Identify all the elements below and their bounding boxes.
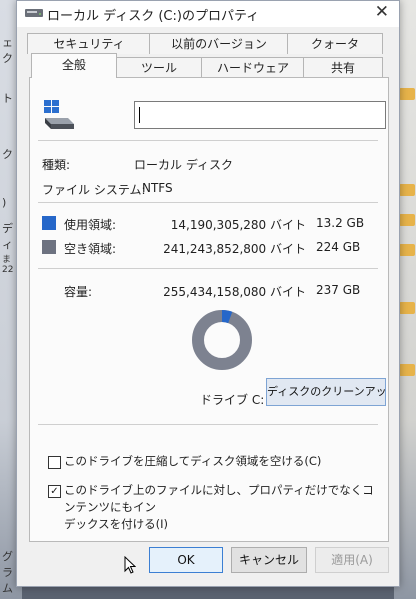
separator	[38, 268, 378, 269]
tab-previous-versions[interactable]: 以前のバージョン	[149, 33, 289, 54]
tab-tools[interactable]: ツール	[115, 57, 203, 78]
folder-icon	[399, 302, 415, 314]
compress-checkbox[interactable]	[48, 456, 61, 469]
title-bar: ローカル ディスク (C:)のプロパティ ✕	[17, 1, 399, 27]
text-caret	[139, 107, 140, 123]
folder-icon	[399, 88, 415, 100]
capacity-gb: 237 GB	[316, 283, 361, 297]
bg-text: ク	[2, 148, 13, 161]
disk-usage-donut	[192, 310, 252, 370]
free-space-swatch	[42, 240, 56, 254]
donut-free-segment	[192, 310, 252, 370]
used-space-bytes: 14,190,305,280 バイト	[170, 218, 306, 232]
type-value: ローカル ディスク	[134, 158, 233, 172]
bg-text: )	[2, 196, 7, 209]
free-space-label: 空き領域:	[64, 242, 117, 256]
folder-icon	[399, 214, 415, 226]
disk-cleanup-button[interactable]: ディスクのクリーンアップ(D)	[266, 378, 386, 406]
folder-icon	[399, 244, 415, 256]
tab-hardware[interactable]: ハードウェア	[201, 57, 305, 78]
properties-dialog: ローカル ディスク (C:)のプロパティ ✕ セキュリティ 以前のバージョン ク…	[16, 0, 400, 587]
filesystem-label: ファイル システム:	[42, 183, 146, 197]
compress-label: このドライブを圧縮してディスク領域を空ける(C)	[64, 454, 322, 468]
cancel-button[interactable]: キャンセル	[231, 547, 307, 573]
free-space-gb: 224 GB	[316, 240, 361, 254]
used-space-gb: 13.2 GB	[316, 216, 365, 230]
disk-drive-icon	[44, 100, 74, 129]
used-space-label: 使用領域:	[64, 218, 117, 232]
separator	[38, 140, 378, 141]
index-checkbox[interactable]: ✓	[48, 485, 61, 498]
free-space-bytes: 241,243,852,800 バイト	[163, 242, 306, 256]
drive-label: ドライブ C:	[200, 393, 265, 407]
folder-icon	[399, 184, 415, 196]
tab-general[interactable]: 全般	[31, 53, 117, 78]
index-label-line1: このドライブ上のファイルに対し、プロパティだけでなくコンテンツにもイン	[64, 483, 374, 514]
bg-text: ト	[2, 92, 13, 105]
separator	[38, 202, 378, 203]
general-panel: 種類: ローカル ディスク ファイル システム: NTFS 使用領域: 14,1…	[29, 77, 389, 542]
capacity-label: 容量:	[64, 285, 93, 299]
tab-security[interactable]: セキュリティ	[27, 33, 151, 54]
index-label-line2: デックスを付ける(I)	[64, 517, 169, 531]
drive-icon	[25, 9, 43, 17]
filesystem-value: NTFS	[142, 181, 173, 195]
drive-name-input[interactable]	[134, 101, 386, 129]
mouse-cursor-icon	[124, 556, 136, 574]
used-space-swatch	[42, 216, 56, 230]
tab-quota[interactable]: クォータ	[287, 33, 383, 54]
tab-sharing[interactable]: 共有	[303, 57, 383, 78]
type-label: 種類:	[42, 158, 71, 172]
ok-button[interactable]: OK	[149, 547, 223, 573]
capacity-bytes: 255,434,158,080 バイト	[163, 285, 306, 299]
close-button[interactable]: ✕	[375, 2, 389, 22]
separator	[38, 424, 378, 425]
window-title: ローカル ディスク (C:)のプロパティ	[47, 9, 260, 24]
apply-button[interactable]: 適用(A)	[315, 547, 389, 573]
index-label: このドライブ上のファイルに対し、プロパティだけでなくコンテンツにもイン デックス…	[64, 482, 382, 533]
folder-icon	[399, 364, 415, 376]
